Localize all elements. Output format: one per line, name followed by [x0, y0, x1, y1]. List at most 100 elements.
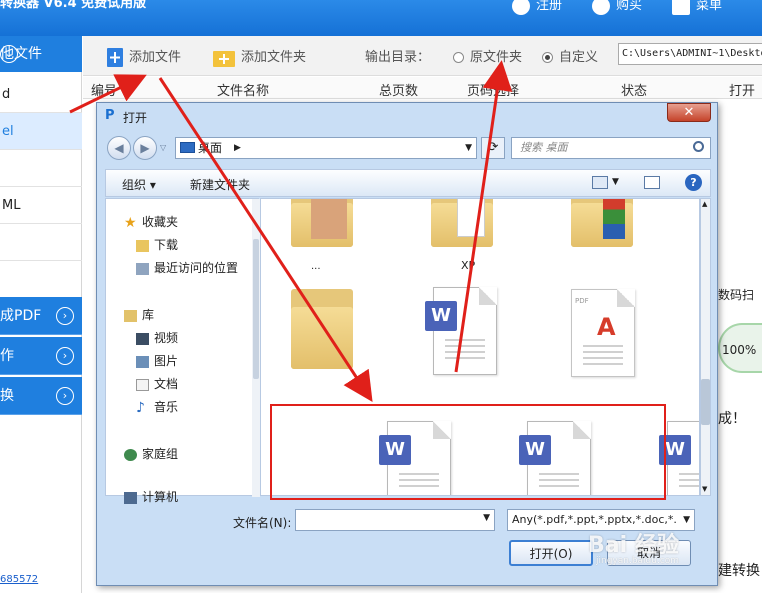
history-dropdown-icon[interactable]: ▽ [160, 143, 166, 152]
back-button[interactable]: ◀ [107, 136, 131, 160]
folder-item[interactable] [571, 199, 633, 247]
nav-computer-label: 计算机 [142, 490, 179, 504]
app-title: 转换器 V6.4 免费试用版 [0, 0, 147, 11]
sidebar-item[interactable]: d [0, 76, 82, 113]
register-button[interactable]: 注册 [512, 0, 562, 15]
add-folder-button[interactable]: 添加文件夹 [213, 46, 306, 67]
sidebar-item-active[interactable]: el [0, 113, 82, 150]
nav-documents[interactable]: 文档 [136, 375, 178, 392]
download-folder-icon [136, 239, 149, 252]
nav-music[interactable]: ♪ 音乐 [136, 398, 178, 415]
nav-scroll-thumb[interactable] [253, 239, 259, 379]
sidebar-link[interactable]: 685572 [0, 574, 38, 585]
radio-selected-icon [542, 52, 553, 63]
nav-favorites-label: 收藏夹 [142, 215, 179, 229]
right-panel: 数码扫 100% 成！ 建转换 [714, 99, 762, 593]
word-file-item[interactable]: W [425, 287, 501, 379]
filename-label: 文件名(N): [233, 516, 292, 530]
search-input[interactable]: 搜索 桌面 [511, 137, 711, 159]
sidebar-item[interactable] [0, 150, 82, 187]
convert-button[interactable]: 建转换 [718, 560, 760, 580]
view-icon[interactable] [592, 176, 608, 189]
add-folder-label: 添加文件夹 [241, 50, 307, 65]
new-folder-button[interactable]: 新建文件夹 [190, 176, 250, 193]
search-placeholder: 搜索 桌面 [520, 141, 568, 154]
open-file-dialog: P 打开 ✕ ◀ ▶ ▽ 桌面 ▶ ▼ ⟳ 搜索 桌面 组织 ▾ 新建文件夹 ▼… [96, 102, 718, 586]
pdf-file-item[interactable]: PDF A [563, 289, 639, 381]
folder-item[interactable] [431, 199, 493, 247]
register-icon [512, 0, 530, 15]
folder-preview [311, 199, 347, 239]
nav-pictures[interactable]: 图片 [136, 352, 178, 369]
add-folder-icon [213, 48, 235, 67]
nav-pictures-label: 图片 [154, 354, 179, 368]
folder-item[interactable] [291, 283, 353, 369]
organize-menu[interactable]: 组织 ▾ [122, 176, 156, 193]
file-pane-scrollbar[interactable]: ▲ ▼ [700, 198, 711, 496]
scan-label: 数码扫 [718, 288, 755, 302]
nav-recent-label: 最近访问的位置 [154, 261, 239, 275]
nav-videos[interactable]: 视频 [136, 329, 178, 346]
nav-recent[interactable]: 最近访问的位置 [136, 259, 238, 276]
navigation-pane: ★ 收藏夹 下载 最近访问的位置 库 视频 图片 文档 ♪ 音乐 家庭组 计算机 [105, 198, 260, 504]
scroll-up-icon[interactable]: ▲ [702, 200, 707, 208]
nav-library[interactable]: 库 [124, 306, 154, 323]
nav-scrollbar[interactable] [252, 199, 260, 497]
nav-favorites[interactable]: ★ 收藏夹 [124, 213, 178, 230]
file-label: XP [461, 259, 476, 272]
sidebar-section-pdf[interactable]: 成PDF › [0, 297, 82, 335]
folder-preview [457, 199, 485, 237]
col-open: 打开 [729, 84, 756, 99]
nav-homegroup[interactable]: 家庭组 [124, 445, 178, 462]
add-file-icon [107, 48, 123, 67]
radio-custom[interactable]: 自定义 [542, 46, 598, 65]
file-type-dropdown-icon: ▼ [681, 510, 690, 530]
sidebar-section-2[interactable]: 作 › [0, 337, 82, 375]
open-button[interactable]: 打开(O) [509, 540, 593, 566]
folder-item[interactable] [291, 199, 353, 247]
nav-videos-label: 视频 [154, 331, 179, 345]
menu-icon [672, 0, 690, 15]
radio-icon [453, 52, 464, 63]
sidebar-section-3[interactable]: 换 › [0, 377, 82, 415]
radio-source-folder[interactable]: 原文件夹 [453, 46, 522, 65]
pdf-icon: A [597, 313, 616, 341]
filename-dropdown-icon[interactable]: ▼ [483, 513, 490, 523]
nav-downloads[interactable]: 下载 [136, 236, 178, 253]
help-icon[interactable]: ? [685, 174, 702, 191]
sidebar-item[interactable]: ML [0, 187, 82, 224]
sidebar-header[interactable]: 他文件 ⌄ [0, 36, 82, 72]
nav-library-label: 库 [142, 308, 155, 322]
refresh-icon: ⟳ [487, 140, 499, 155]
close-button[interactable]: ✕ [667, 103, 711, 122]
refresh-button[interactable]: ⟳ [481, 137, 505, 159]
forward-button[interactable]: ▶ [133, 136, 157, 160]
view-dropdown-icon[interactable]: ▼ [612, 177, 619, 187]
chevron-right-icon: › [56, 307, 74, 325]
menu-label: 菜单 [696, 0, 723, 13]
filename-input[interactable]: ▼ [295, 509, 495, 531]
address-bar[interactable]: 桌面 ▶ ▼ [175, 137, 477, 159]
chevron-down-icon: ⌄ [0, 45, 18, 63]
command-bar: 组织 ▾ 新建文件夹 ▼ ? [105, 169, 711, 197]
add-file-button[interactable]: 添加文件 [107, 46, 181, 67]
chevron-right-icon: › [56, 347, 74, 365]
scroll-thumb[interactable] [701, 379, 710, 425]
add-file-label: 添加文件 [129, 50, 182, 65]
output-path-input[interactable]: C:\Users\ADMINI~1\Deskto [618, 43, 762, 65]
nav-downloads-label: 下载 [154, 238, 179, 252]
highlight-box [270, 404, 666, 500]
nav-computer[interactable]: 计算机 [124, 488, 178, 505]
radio-custom-label: 自定义 [559, 50, 599, 65]
menu-button[interactable]: 菜单 [672, 0, 722, 15]
preview-pane-icon[interactable] [644, 176, 660, 189]
recent-places-icon [136, 262, 149, 275]
sidebar-section-label: 成PDF [0, 308, 42, 324]
address-dropdown-icon[interactable]: ▼ [465, 138, 472, 158]
sidebar-item[interactable] [0, 224, 82, 261]
watermark: Bai 经验 [588, 533, 679, 558]
sidebar-section-label: 作 [0, 348, 14, 364]
buy-button[interactable]: 购买 [592, 0, 642, 15]
scroll-down-icon[interactable]: ▼ [702, 485, 707, 493]
arrow-right-icon: ▶ [140, 141, 150, 155]
